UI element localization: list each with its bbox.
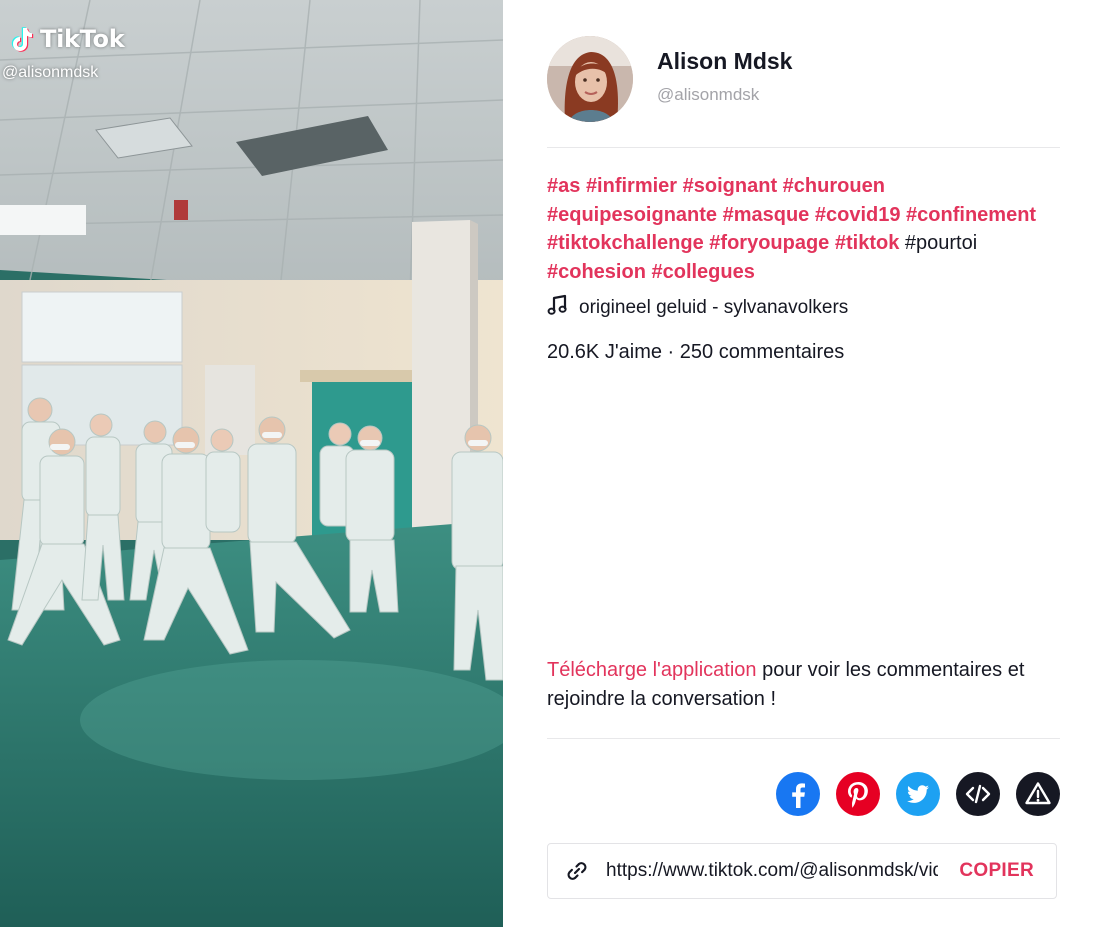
hashtag-link[interactable]: #confinement: [906, 204, 1036, 226]
link-icon: [564, 857, 592, 885]
video-caption: #as #infirmier #soignant #churouen #equi…: [547, 172, 1047, 286]
hashtag-link[interactable]: #infirmier: [586, 175, 677, 197]
download-app-link[interactable]: Télécharge l'application: [547, 659, 757, 681]
hashtag-link[interactable]: #churouen: [783, 175, 885, 197]
tiktok-logo-icon: [6, 24, 36, 54]
music-note-icon: [547, 294, 569, 322]
music-info[interactable]: origineel geluid - sylvanavolkers: [547, 294, 848, 322]
video-player[interactable]: TikTok @alisonmdsk: [0, 0, 503, 927]
code-icon: [956, 772, 1000, 816]
divider: [547, 147, 1060, 148]
author-display-name[interactable]: Alison Mdsk: [657, 48, 792, 75]
hashtag-link[interactable]: #covid19: [815, 204, 901, 226]
embed-button[interactable]: [956, 772, 1000, 816]
hashtag-link: #pourtoi: [904, 232, 978, 254]
hashtag-link[interactable]: #as: [547, 175, 580, 197]
twitter-icon: [896, 772, 940, 816]
engagement-stats: 20.6K J'aime · 250 commentaires: [547, 341, 845, 363]
copy-link-button[interactable]: COPIER: [959, 860, 1034, 882]
report-button[interactable]: [1016, 772, 1060, 816]
author-names: Alison Mdsk @alisonmdsk: [657, 48, 792, 105]
twitter-share-button[interactable]: [896, 772, 940, 816]
divider: [547, 738, 1060, 739]
hashtag-link[interactable]: #cohesion: [547, 261, 646, 283]
pinterest-share-button[interactable]: [836, 772, 880, 816]
author-handle[interactable]: @alisonmdsk: [657, 85, 792, 105]
hashtag-link[interactable]: #tiktokchallenge: [547, 232, 704, 254]
pinterest-icon: [836, 772, 880, 816]
share-buttons: [776, 772, 1060, 816]
tiktok-watermark: TikTok: [6, 24, 125, 54]
share-link-box: https://www.tiktok.com/@alisonmdsk/video…: [547, 843, 1057, 899]
hashtag-link[interactable]: #masque: [723, 204, 810, 226]
share-url[interactable]: https://www.tiktok.com/@alisonmdsk/video…: [606, 860, 938, 882]
tiktok-brand-text: TikTok: [40, 25, 125, 53]
facebook-icon: [776, 772, 820, 816]
hashtag-link[interactable]: #foryoupage: [709, 232, 829, 254]
video-info-panel: Alison Mdsk @alisonmdsk #as #infirmier #…: [503, 0, 1100, 927]
facebook-share-button[interactable]: [776, 772, 820, 816]
hashtag-link[interactable]: #equipesoignante: [547, 204, 717, 226]
warning-icon: [1016, 772, 1060, 816]
hashtag-link[interactable]: #collegues: [651, 261, 754, 283]
video-frame: [0, 0, 503, 927]
tiktok-embed: TikTok @alisonmdsk Alison Mdsk @alisonmd…: [0, 0, 1100, 927]
music-label[interactable]: origineel geluid - sylvanavolkers: [579, 297, 848, 319]
avatar[interactable]: [547, 36, 633, 122]
video-watermark-handle: @alisonmdsk: [2, 64, 99, 81]
app-download-prompt: Télécharge l'application pour voir les c…: [547, 656, 1067, 713]
hashtag-link[interactable]: #tiktok: [835, 232, 899, 254]
hashtag-link[interactable]: #soignant: [683, 175, 777, 197]
author-profile[interactable]: Alison Mdsk @alisonmdsk: [547, 36, 792, 122]
